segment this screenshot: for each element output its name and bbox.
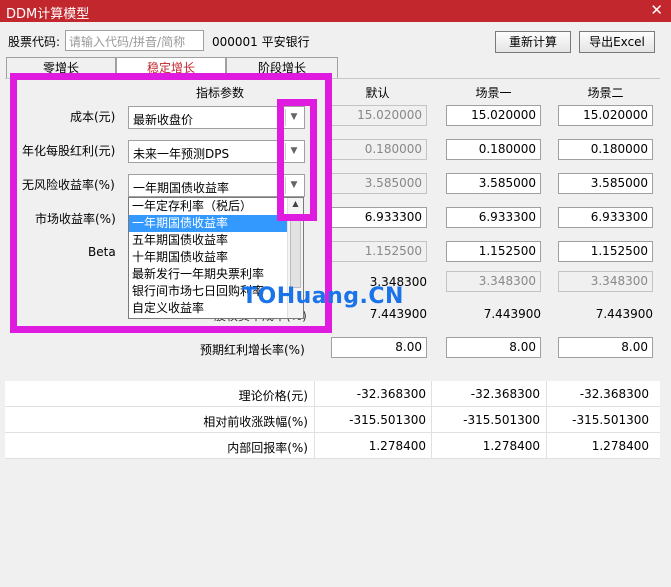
result-scenario2: -315.501300 (572, 413, 649, 427)
result-default: -315.501300 (349, 413, 426, 427)
stock-code-label: 股票代码: (8, 35, 61, 49)
market-default[interactable]: 6.933300 (331, 207, 427, 228)
result-default: 1.278400 (368, 439, 426, 453)
cost-scenario2[interactable]: 15.020000 (558, 105, 653, 126)
beta-scenario1[interactable]: 1.152500 (446, 241, 541, 262)
divider (314, 381, 315, 407)
result-label: 相对前收涨跌幅(%) (203, 415, 308, 429)
result-scenario1: 1.278400 (482, 439, 540, 453)
stock-name: 000001 平安银行 (212, 35, 310, 49)
dividend-scenario2[interactable]: 0.180000 (558, 139, 653, 160)
riskfree-scenario1[interactable]: 3.585000 (446, 173, 541, 194)
title-bar: DDM计算模型 ✕ (0, 0, 671, 22)
riskfree-default: 3.585000 (331, 173, 427, 194)
growth-default[interactable]: 8.00 (331, 337, 427, 358)
cost-scenario1[interactable]: 15.020000 (446, 105, 541, 126)
export-excel-button[interactable]: 导出Excel (579, 31, 655, 53)
divider (314, 433, 315, 459)
result-row-price: 理论价格(元) -32.368300 -32.368300 -32.368300 (5, 381, 660, 407)
result-scenario2: 1.278400 (591, 439, 649, 453)
result-row-irr: 内部回报率(%) 1.278400 1.278400 1.278400 (5, 433, 660, 459)
stock-search-input[interactable]: 请输入代码/拼音/简称 (65, 30, 204, 51)
result-row-change: 相对前收涨跌幅(%) -315.501300 -315.501300 -315.… (5, 407, 660, 433)
header-scenario2: 场景二 (587, 86, 624, 100)
result-label: 内部回报率(%) (227, 441, 308, 455)
divider (314, 407, 315, 433)
row7-default: 7.443900 (369, 307, 427, 321)
result-scenario2: -32.368300 (579, 387, 649, 401)
cost-default: 15.020000 (331, 105, 427, 126)
header-scenario1: 场景一 (475, 86, 512, 100)
market-scenario1[interactable]: 6.933300 (446, 207, 541, 228)
row7-scenario2: 7.443900 (595, 307, 653, 321)
growth-scenario1[interactable]: 8.00 (446, 337, 541, 358)
beta-default: 1.152500 (331, 241, 427, 262)
beta-scenario2[interactable]: 1.152500 (558, 241, 653, 262)
dividend-default: 0.180000 (331, 139, 427, 160)
growth-scenario2[interactable]: 8.00 (558, 337, 653, 358)
row6-scenario2: 3.348300 (558, 271, 653, 292)
header-default: 默认 (365, 86, 390, 100)
dividend-scenario1[interactable]: 0.180000 (446, 139, 541, 160)
market-scenario2[interactable]: 6.933300 (558, 207, 653, 228)
window-title: DDM计算模型 (6, 7, 90, 22)
close-icon[interactable]: ✕ (650, 1, 663, 19)
result-scenario1: -32.368300 (470, 387, 540, 401)
row7-scenario1: 7.443900 (483, 307, 541, 321)
result-label: 理论价格(元) (238, 389, 308, 403)
result-scenario1: -315.501300 (463, 413, 540, 427)
row6-scenario1: 3.348300 (446, 271, 541, 292)
growth-label: 预期红利增长率(%) (200, 343, 305, 357)
riskfree-scenario2[interactable]: 3.585000 (558, 173, 653, 194)
result-default: -32.368300 (356, 387, 426, 401)
recalculate-button[interactable]: 重新计算 (495, 31, 571, 53)
watermark: TOHuang.CN (242, 284, 404, 309)
highlight-box-arrows (277, 99, 317, 221)
